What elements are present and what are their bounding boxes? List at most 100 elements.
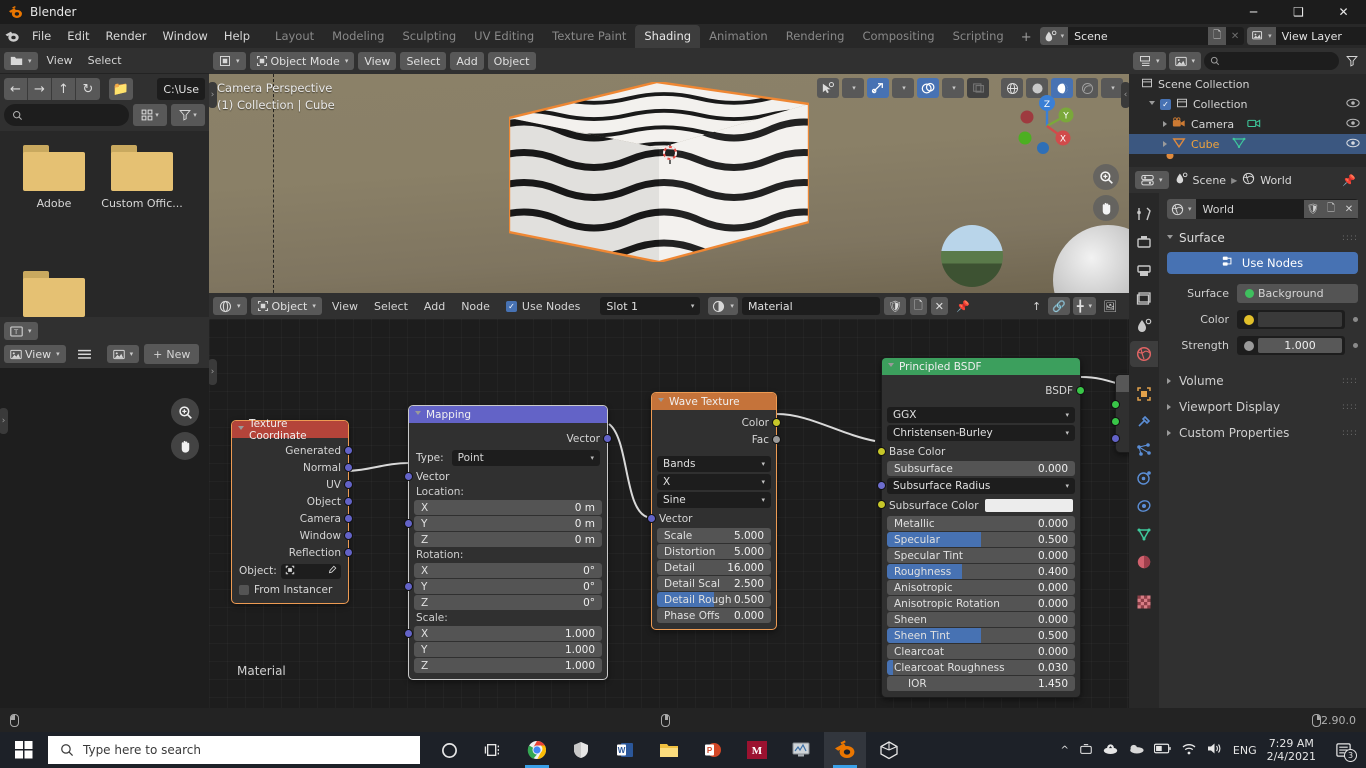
use-nodes-button[interactable]: Use Nodes <box>1167 252 1358 274</box>
node-input-vector[interactable]: Vector <box>647 510 776 527</box>
editor-type-selector-file-browser[interactable]: ▾ <box>4 51 38 70</box>
outliner-row-scene-collection[interactable]: Scene Collection <box>1129 74 1366 94</box>
mendeley-icon[interactable]: M <box>736 732 778 768</box>
socket-shader[interactable] <box>1076 386 1085 395</box>
node-texture-coordinate[interactable]: Texture Coordinate Generated Normal UV O… <box>231 418 353 604</box>
viewport-canvas[interactable]: Camera Perspective (1) Collection | Cube… <box>209 74 1129 293</box>
wave-type-dropdown[interactable]: Bands ▾ <box>657 456 771 472</box>
node-menu-view[interactable]: View <box>326 297 364 315</box>
drag-handle-icon[interactable]: :::: <box>1342 428 1358 438</box>
scene-selector[interactable]: ▾ Scene 🗋 ✕ <box>1039 27 1245 45</box>
material-name-field[interactable]: Material <box>741 297 880 315</box>
location-z-field[interactable]: Z0 m <box>414 532 602 547</box>
file-browser-view-menu[interactable]: View <box>41 52 79 70</box>
subsurface-radius-dropdown[interactable]: Subsurface Radius ▾ <box>877 478 1075 494</box>
expand-triangle-icon[interactable] <box>1149 100 1155 108</box>
filter-icon[interactable]: ▾ <box>171 104 205 126</box>
visibility-eye-icon[interactable] <box>1346 118 1360 131</box>
anisotropic-rotation-field[interactable]: Anisotropic Rotation 0.000 <box>887 596 1075 611</box>
refresh-icon[interactable]: ↻ <box>76 78 100 100</box>
socket-vector[interactable] <box>344 446 353 455</box>
volume-panel-header[interactable]: Volume :::: <box>1167 368 1358 394</box>
zoom-icon[interactable] <box>171 398 199 426</box>
expand-triangle-icon[interactable] <box>1163 121 1167 127</box>
shading-dropdown-icon[interactable]: ▾ <box>1101 78 1123 98</box>
location-y-field[interactable]: Y0 m <box>404 516 602 531</box>
wifi-icon[interactable] <box>1181 742 1197 758</box>
forward-icon[interactable]: → <box>28 78 52 100</box>
gizmo-toggle-icon[interactable] <box>867 78 889 98</box>
socket-shader[interactable] <box>1111 400 1120 409</box>
world-icon[interactable]: ▾ <box>1167 199 1196 219</box>
material-slot-selector[interactable]: Slot 1 ▾ <box>600 297 701 315</box>
specular-tint-field[interactable]: Specular Tint 0.000 <box>887 548 1075 563</box>
taskbar-clock[interactable]: 7:29 AM 2/4/2021 <box>1267 737 1316 763</box>
onedrive-sync-icon[interactable] <box>1103 743 1118 758</box>
windows-defender-icon[interactable] <box>560 732 602 768</box>
tab-world[interactable] <box>1130 341 1158 367</box>
parent-directory-icon[interactable]: ↑ <box>52 78 76 100</box>
socket-vector[interactable] <box>647 514 656 523</box>
image-editor-view-menu[interactable]: View <box>25 348 51 361</box>
taskbar-search-input[interactable]: Type here to search <box>48 736 420 764</box>
file-item-custom-office[interactable]: Custom Offic... <box>98 145 186 210</box>
socket-vector[interactable] <box>404 472 413 481</box>
anisotropic-field[interactable]: Anisotropic 0.000 <box>887 580 1075 595</box>
node-input-surface[interactable] <box>1111 396 1129 413</box>
visibility-eye-icon[interactable] <box>1346 138 1360 151</box>
bands-direction-dropdown[interactable]: X ▾ <box>657 474 771 490</box>
node-output-generated[interactable]: Generated <box>232 442 353 459</box>
volume-icon[interactable] <box>1207 742 1223 758</box>
node-output-uv[interactable]: UV <box>232 476 353 493</box>
scene-icon[interactable]: ▾ <box>1039 27 1069 45</box>
image-editor-canvas[interactable]: › <box>0 368 209 708</box>
expand-triangle-icon[interactable] <box>1167 404 1171 410</box>
roughness-field[interactable]: Roughness 0.400 <box>887 564 1075 579</box>
collapse-triangle-icon[interactable] <box>658 398 664 405</box>
file-browser-list[interactable]: Adobe Custom Offic... <box>0 131 209 317</box>
node-output-vector[interactable]: Vector <box>409 430 612 447</box>
editor-type-selector-image-editor[interactable]: T ▾ <box>4 322 38 340</box>
viewport-menu-add[interactable]: Add <box>450 52 484 70</box>
from-instancer-checkbox[interactable]: From Instancer <box>232 581 348 598</box>
node-input-volume[interactable] <box>1111 413 1129 430</box>
camera-privacy-icon[interactable] <box>1079 742 1093 759</box>
notifications-icon[interactable]: 3 <box>1326 732 1360 768</box>
collapse-triangle-icon[interactable] <box>415 411 421 418</box>
fake-user-shield-icon[interactable]: 🛡 <box>1304 200 1322 218</box>
outliner-display-mode[interactable]: ▾ <box>1168 52 1202 70</box>
scale-y-field[interactable]: Y 1.000 <box>414 642 602 657</box>
workspace-tab-animation[interactable]: Animation <box>700 25 777 48</box>
cortana-icon[interactable] <box>428 732 470 768</box>
wave-detail-roughness-field[interactable]: Detail Rough 0.500 <box>657 592 771 607</box>
surface-panel-header[interactable]: Surface :::: <box>1167 228 1358 252</box>
pin-icon[interactable]: 📌 <box>952 297 974 315</box>
blender-taskbar-icon[interactable] <box>824 732 866 768</box>
editor-type-selector-3d-viewport[interactable]: ▾ <box>213 52 246 70</box>
image-editor-mode-selector[interactable]: View ▾ <box>4 345 66 363</box>
workspace-tab-compositing[interactable]: Compositing <box>853 25 943 48</box>
socket-vector[interactable] <box>344 463 353 472</box>
distribution-dropdown[interactable]: GGX ▾ <box>887 407 1075 423</box>
socket-shader[interactable] <box>1111 417 1120 426</box>
tab-material[interactable] <box>1130 549 1158 575</box>
scale-z-field[interactable]: Z 1.000 <box>414 658 602 673</box>
strength-value[interactable]: 1.000 <box>1258 338 1342 353</box>
collapse-triangle-icon[interactable] <box>238 426 244 433</box>
node-output-bsdf[interactable]: BSDF <box>882 382 1085 399</box>
node-output-reflection[interactable]: Reflection <box>232 544 353 561</box>
object-picker-row[interactable]: Object: <box>232 561 348 581</box>
rotation-x-field[interactable]: X 0° <box>414 563 602 578</box>
maximize-button[interactable]: ❑ <box>1276 0 1321 24</box>
wave-distortion-field[interactable]: Distortion 5.000 <box>657 544 771 559</box>
editor-type-selector-properties[interactable]: ▾ <box>1135 171 1169 189</box>
wave-profile-dropdown[interactable]: Sine ▾ <box>657 492 771 508</box>
shader-type-selector[interactable]: Object ▾ <box>250 297 322 315</box>
workspace-tab-shading[interactable]: Shading <box>635 25 701 48</box>
node-output-window[interactable]: Window <box>232 527 353 544</box>
collapse-triangle-icon[interactable] <box>1167 234 1173 242</box>
workspace-tab-rendering[interactable]: Rendering <box>777 25 854 48</box>
node-principled-bsdf[interactable]: Principled BSDF BSDF GGX ▾ Christensen-Bu… <box>877 357 1085 698</box>
wave-detail-scale-field[interactable]: Detail Scal 2.500 <box>657 576 771 591</box>
view-layer-icon[interactable]: ▾ <box>1247 27 1276 45</box>
